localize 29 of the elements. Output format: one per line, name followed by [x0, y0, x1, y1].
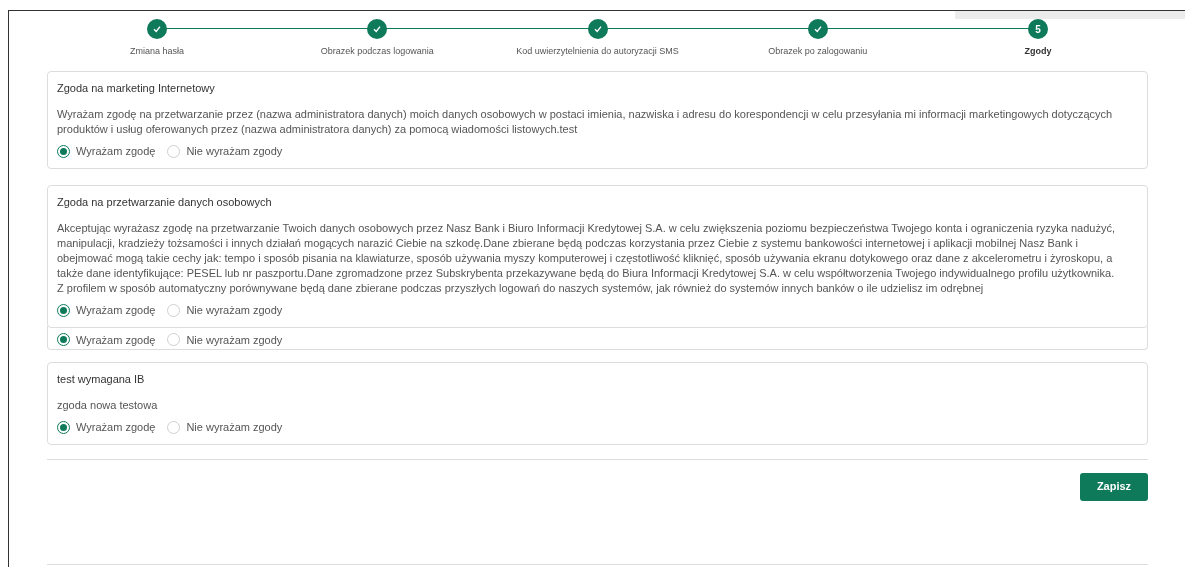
- consent-text: Akceptując wyrażasz zgodę na przetwarzanie Twoich danych osobowych przez Nasz Bank i Biuro Informacji Kredytowej S.A. w celu zwiększenia poziomu bezpieczeństwa Twojego konta i ograniczenia ryzyka nadużyć, manipulacji, kradzieży tożsamości i innych działań mogących narazić Ciebie na szkodę.Dane zbierane będą podczas korzystania przez Ciebie z systemu bankowości internetowej i aplikacji mobilnej Nasz Bank i obejmować mogą takie cechy jak: tempo i sposób pisania na klawiaturze, sposób używania myszy komputerowej i częstotliwość kliknięć, sposób używania ekranu dotykowego oraz dane z akcelerometru i żyroskopu, a także dane identyfikujące: PESEL lub nr paszportu.Dane zgromadzone przez Subskrybenta przekazywane będą do Biura Informacji Kredytowej S.A. w celu współtworzenia Twojego indywidualnego profilu użytkownika. Z profilem w sposób automatyczny porównywane będą dane zbierane podczas przyszłych logowań do naszych systemów, jak również do systemów innych banków o ile udzielisz im odrębnej: [57, 221, 1116, 296]
- step-label: Obrazek podczas logowania: [320, 45, 434, 58]
- option-label: Wyrażam zgodę: [76, 144, 156, 159]
- radio-option[interactable]: Nie wyrażam zgody: [167, 143, 283, 160]
- radio-option[interactable]: Wyrażam zgodę: [57, 419, 156, 436]
- consent-text: zgoda nowa testowa: [57, 398, 159, 413]
- consent-text: Wyrażam zgodę na przetwarzanie przez (nazwa administratora danych) moich danych osobowych w postaci imienia, nazwiska i adresu do korespondencji w celu przesyłania mi informacji marketingowych dotyczących produktów i usług oferowanych przez (nazwa administratora danych) za pomocą wiadomości listowych.test: [57, 107, 1114, 137]
- step-label: Kod uwierzytelnienia do autoryzacji SMS: [516, 45, 679, 58]
- option-label: Nie wyrażam zgody: [186, 332, 283, 348]
- option-label: Wyrażam zgodę: [76, 420, 156, 435]
- option-label: Wyrażam zgodę: [76, 332, 156, 348]
- radio-option[interactable]: Nie wyrażam zgody: [167, 302, 283, 319]
- step-label: Zgody: [1024, 45, 1052, 58]
- consent-title: Zgoda na przetwarzanie danych osobowych: [57, 194, 273, 210]
- step-label: Zmiana hasła: [130, 45, 185, 58]
- radio-option[interactable]: Wyrażam zgodę: [57, 331, 156, 348]
- step-number: 5: [1027, 19, 1048, 39]
- radio-option[interactable]: Wyrażam zgodę: [57, 302, 156, 319]
- consent-title: Zgoda na marketing Internetowy: [57, 80, 216, 96]
- option-label: Nie wyrażam zgody: [186, 420, 283, 435]
- radio-option[interactable]: Nie wyrażam zgody: [167, 419, 283, 436]
- consent-title: test wymagana IB: [57, 371, 146, 387]
- option-label: Nie wyrażam zgody: [186, 144, 283, 159]
- step-label: Obrazek po zalogowaniu: [768, 45, 868, 58]
- radio-option[interactable]: Wyrażam zgodę: [57, 143, 156, 160]
- option-label: Wyrażam zgodę: [76, 303, 156, 318]
- radio-option[interactable]: Nie wyrażam zgody: [167, 331, 283, 348]
- option-label: Nie wyrażam zgody: [186, 303, 283, 318]
- save-button[interactable]: Zapisz: [1080, 472, 1148, 501]
